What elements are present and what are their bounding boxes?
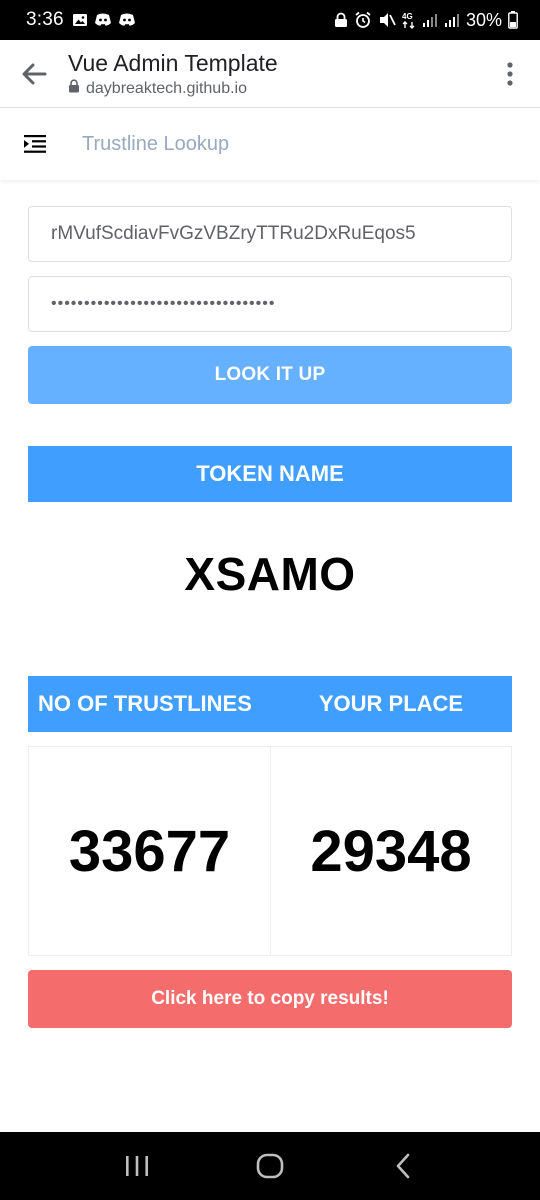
address-input[interactable]: rMVufScdiavFvGzVBZryTTRu2DxRuEqos5 (28, 206, 512, 262)
home-button[interactable] (240, 1136, 300, 1196)
lock-status-icon (334, 12, 348, 28)
secret-input[interactable]: •••••••••••••••••••••••••••••••••• (28, 276, 512, 332)
main-content: rMVufScdiavFvGzVBZryTTRu2DxRuEqos5 •••••… (28, 206, 512, 1028)
back-nav-button[interactable] (373, 1136, 433, 1196)
gallery-notification-icon (72, 12, 88, 28)
chevron-left-icon (397, 1153, 410, 1179)
svg-text:4G: 4G (402, 12, 413, 21)
breadcrumb-title[interactable]: Trustline Lookup (82, 133, 229, 156)
stats-values: 33677 29348 (28, 746, 512, 956)
browser-toolbar: Vue Admin Template daybreaktech.github.i… (0, 40, 540, 108)
page-title: Vue Admin Template (68, 50, 278, 76)
token-name-value: XSAMO (184, 548, 356, 600)
battery-icon (508, 11, 518, 29)
network-4g-icon: 4G (402, 11, 416, 29)
status-bar: 3:36 4G 30% (0, 0, 540, 40)
trustlines-header: NO OF TRUSTLINES (38, 691, 252, 716)
back-button[interactable] (0, 40, 68, 108)
recent-apps-icon (125, 1156, 148, 1176)
secret-input-value: •••••••••••••••••••••••••••••••••• (51, 295, 276, 312)
mute-icon (378, 11, 396, 29)
system-nav-bar (0, 1132, 540, 1200)
address-input-value: rMVufScdiavFvGzVBZryTTRu2DxRuEqos5 (51, 223, 416, 244)
more-vertical-icon (507, 61, 513, 86)
copy-results-button[interactable]: Click here to copy results! (28, 970, 512, 1028)
look-it-up-button[interactable]: LOOK IT UP (28, 346, 512, 404)
arrow-left-icon (22, 63, 47, 84)
discord-notification-icon-2 (118, 12, 136, 28)
stats-header: NO OF TRUSTLINES YOUR PLACE (28, 676, 512, 732)
battery-percent: 30% (465, 9, 502, 30)
your-place-value: 29348 (270, 747, 511, 955)
url-text: daybreaktech.github.io (86, 79, 247, 97)
url-block[interactable]: Vue Admin Template daybreaktech.github.i… (68, 49, 480, 98)
signal-icon-2 (444, 12, 460, 28)
trustlines-count: 33677 (68, 818, 231, 884)
status-time: 3:36 (26, 9, 64, 30)
app-header: Trustline Lookup (0, 108, 540, 180)
sidebar-toggle-button[interactable] (0, 108, 70, 180)
discord-notification-icon (94, 12, 112, 28)
token-name-header: TOKEN NAME (28, 446, 512, 502)
indent-menu-icon (24, 135, 46, 153)
place-header: YOUR PLACE (318, 691, 464, 716)
home-icon (256, 1153, 284, 1179)
signal-icon (422, 12, 438, 28)
alarm-icon (354, 11, 372, 29)
lock-icon (68, 79, 80, 98)
recent-apps-button[interactable] (107, 1136, 167, 1196)
browser-menu-button[interactable] (480, 40, 540, 108)
